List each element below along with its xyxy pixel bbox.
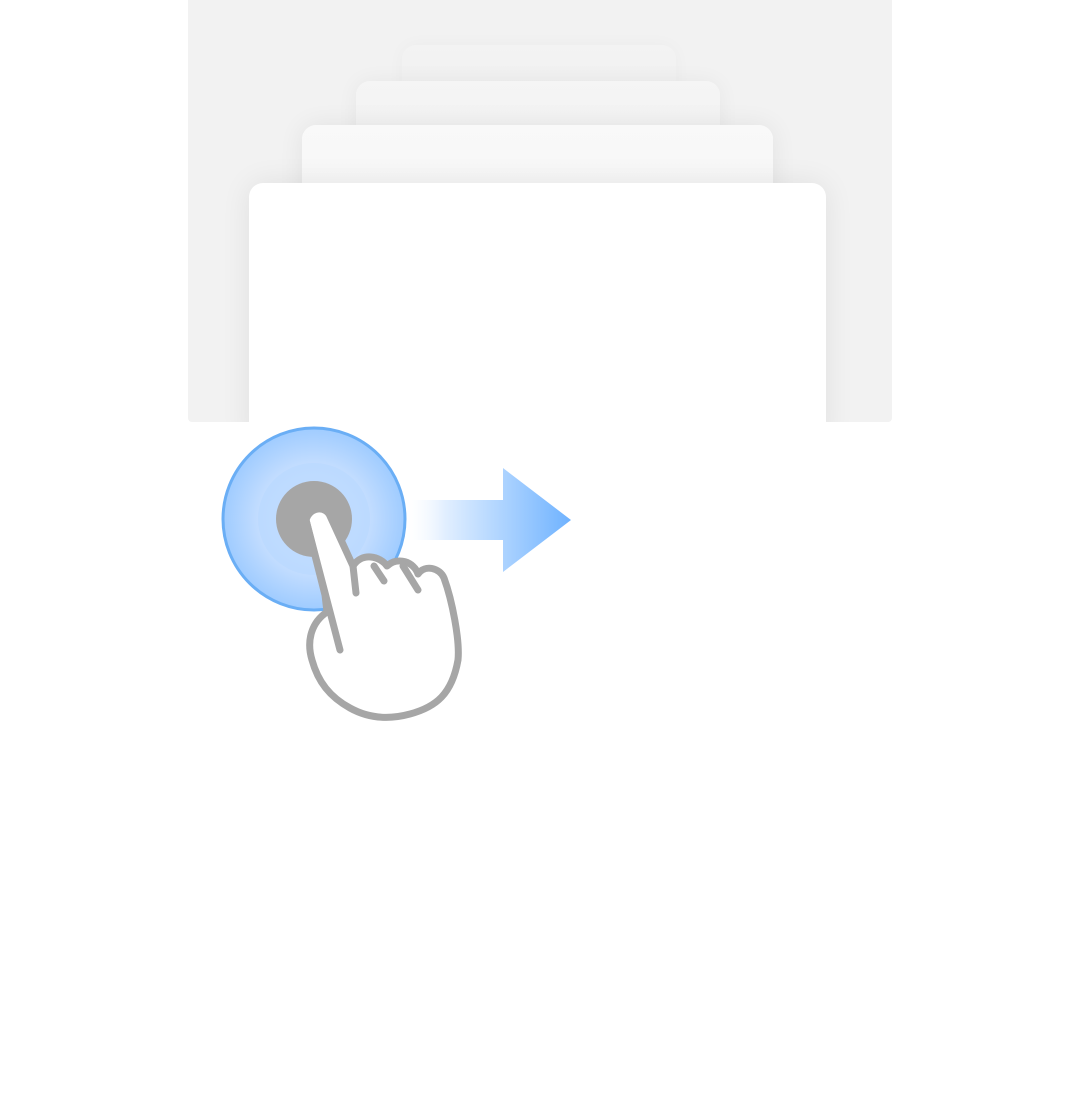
swipe-gesture-hint — [221, 426, 571, 721]
swipe-tutorial-screen — [0, 0, 1080, 1098]
swipe-right-arrow-icon — [402, 468, 571, 572]
